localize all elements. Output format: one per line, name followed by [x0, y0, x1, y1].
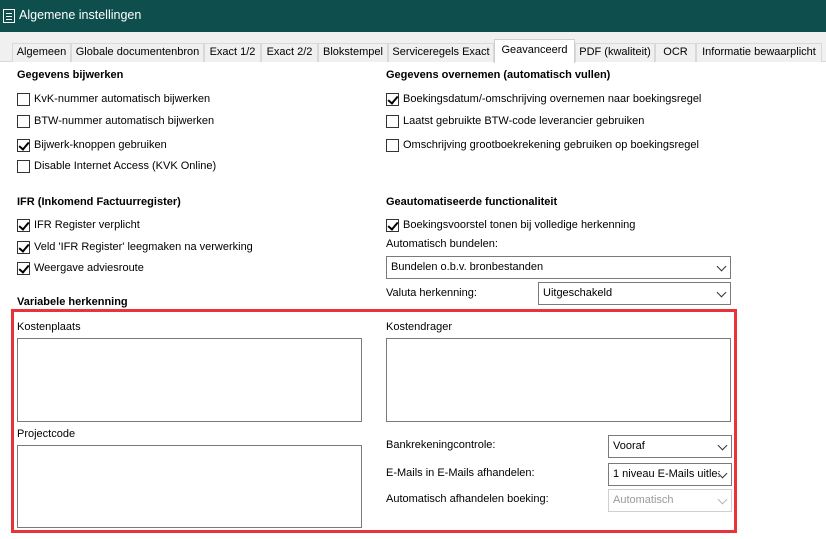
- tab-pdf-kwaliteit[interactable]: PDF (kwaliteit): [575, 43, 655, 62]
- section-heading-geautomatiseerd: Geautomatiseerde functionaliteit: [386, 196, 558, 208]
- checkbox-label: BTW-nummer automatisch bijwerken: [34, 115, 215, 127]
- checkbox-ifr-verplicht[interactable]: [17, 218, 30, 232]
- emails-label: E-Mails in E-Mails afhandelen:: [386, 467, 535, 479]
- tab-algemeen[interactable]: Algemeen: [12, 43, 71, 62]
- window-title: Algemene instellingen: [19, 8, 142, 22]
- checkbox-btw-bijwerken[interactable]: [17, 114, 30, 128]
- projectcode-label: Projectcode: [17, 428, 76, 440]
- checkbox-label: Laatst gebruikte BTW-code leverancier ge…: [403, 115, 645, 127]
- valuta-label: Valuta herkenning:: [386, 287, 477, 299]
- afhandelen-value: Automatisch: [613, 494, 674, 506]
- checkbox-boekingsvoorstel[interactable]: [386, 218, 399, 232]
- tab-blokstempel[interactable]: Blokstempel: [318, 43, 388, 62]
- section-heading-gegevens-overnemen: Gegevens overnemen (automatisch vullen): [386, 69, 611, 81]
- checkbox-label: Disable Internet Access (KVK Online): [34, 160, 217, 172]
- checkbox-label: KvK-nummer automatisch bijwerken: [34, 93, 211, 105]
- tab-strip: Algemeen Globale documentenbron Exact 1/…: [0, 32, 826, 63]
- bankrekening-select[interactable]: Vooraf: [608, 435, 732, 458]
- checkbox-row-adviesroute[interactable]: Weergave adviesroute: [17, 260, 144, 276]
- valuta-value: Uitgeschakeld: [543, 287, 613, 299]
- emails-value: 1 niveau E-Mails uitle:: [613, 468, 721, 480]
- checkbox-row-ifr-verplicht[interactable]: IFR Register verplicht: [17, 217, 140, 233]
- checkbox-label: Weergave adviesroute: [34, 262, 144, 274]
- checkbox-row-disable-internet[interactable]: Disable Internet Access (KVK Online): [17, 158, 216, 174]
- checkbox-disable-internet[interactable]: [17, 159, 30, 173]
- bundelen-value: Bundelen o.b.v. bronbestanden: [391, 261, 544, 273]
- tab-geavanceerd[interactable]: Geavanceerd: [494, 39, 575, 63]
- checkbox-bijwerk-knoppen[interactable]: [17, 138, 30, 152]
- chevron-down-icon: [716, 261, 727, 272]
- checkbox-ifr-leegmaken[interactable]: [17, 240, 30, 254]
- checkbox-label: Omschrijving grootboekrekening gebruiken…: [403, 139, 699, 151]
- tab-globale-documentenbron[interactable]: Globale documentenbron: [71, 43, 204, 62]
- tab-serviceregels-exact[interactable]: Serviceregels Exact: [388, 43, 494, 62]
- section-heading-variabele-herkenning: Variabele herkenning: [17, 296, 128, 308]
- kostendrager-label: Kostendrager: [386, 321, 453, 333]
- checkbox-row-kvk[interactable]: KvK-nummer automatisch bijwerken: [17, 91, 210, 107]
- checkbox-label: Boekingsdatum/-omschrijving overnemen na…: [403, 93, 702, 105]
- checkbox-label: IFR Register verplicht: [34, 219, 140, 231]
- kostenplaats-listbox[interactable]: [17, 338, 362, 422]
- chevron-down-icon: [717, 494, 728, 505]
- settings-document-icon: [3, 9, 15, 23]
- checkbox-row-btw[interactable]: BTW-nummer automatisch bijwerken: [17, 113, 214, 129]
- checkbox-laatst-btw-code[interactable]: [386, 114, 399, 128]
- tab-informatie-bewaarplicht[interactable]: Informatie bewaarplicht: [696, 43, 822, 62]
- checkbox-row-btw-code[interactable]: Laatst gebruikte BTW-code leverancier ge…: [386, 113, 644, 129]
- kostenplaats-label: Kostenplaats: [17, 321, 81, 333]
- tab-ocr[interactable]: OCR: [655, 43, 696, 62]
- checkbox-row-bijwerk-knoppen[interactable]: Bijwerk-knoppen gebruiken: [17, 137, 167, 153]
- checkbox-row-omschrijving[interactable]: Omschrijving grootboekrekening gebruiken…: [386, 137, 699, 153]
- checkbox-weergave-adviesroute[interactable]: [17, 261, 30, 275]
- checkbox-label: Boekingsvoorstel tonen bij volledige her…: [403, 219, 636, 231]
- emails-select[interactable]: 1 niveau E-Mails uitle:: [608, 463, 732, 486]
- chevron-down-icon: [717, 440, 728, 451]
- checkbox-omschrijving-grootboek[interactable]: [386, 138, 399, 152]
- section-heading-gegevens-bijwerken: Gegevens bijwerken: [17, 69, 124, 81]
- bundelen-label: Automatisch bundelen:: [386, 238, 498, 250]
- checkbox-boekingsdatum-overnemen[interactable]: [386, 92, 399, 106]
- afhandelen-label: Automatisch afhandelen boeking:: [386, 493, 549, 505]
- checkbox-label: Bijwerk-knoppen gebruiken: [34, 139, 167, 151]
- chevron-down-icon: [716, 287, 727, 298]
- tab-exact-1-2[interactable]: Exact 1/2: [204, 43, 261, 62]
- bankrekening-value: Vooraf: [613, 440, 645, 452]
- section-heading-ifr: IFR (Inkomend Factuurregister): [17, 196, 181, 208]
- checkbox-label: Veld 'IFR Register' leegmaken na verwerk…: [34, 241, 253, 253]
- title-bar: Algemene instellingen: [0, 0, 826, 32]
- bundelen-select[interactable]: Bundelen o.b.v. bronbestanden: [386, 256, 731, 279]
- checkbox-row-boekingsvoorstel[interactable]: Boekingsvoorstel tonen bij volledige her…: [386, 217, 635, 233]
- checkbox-kvk-bijwerken[interactable]: [17, 92, 30, 106]
- afhandelen-select: Automatisch: [608, 489, 732, 512]
- tab-exact-2-2[interactable]: Exact 2/2: [261, 43, 318, 62]
- checkbox-row-ifr-leegmaken[interactable]: Veld 'IFR Register' leegmaken na verwerk…: [17, 239, 253, 255]
- settings-panel: Gegevens bijwerken KvK-nummer automatisc…: [0, 62, 826, 539]
- checkbox-row-boekingsdatum[interactable]: Boekingsdatum/-omschrijving overnemen na…: [386, 91, 701, 107]
- bankrekening-label: Bankrekeningcontrole:: [386, 439, 496, 451]
- valuta-select[interactable]: Uitgeschakeld: [538, 282, 731, 305]
- projectcode-listbox[interactable]: [17, 445, 362, 528]
- kostendrager-listbox[interactable]: [386, 338, 731, 422]
